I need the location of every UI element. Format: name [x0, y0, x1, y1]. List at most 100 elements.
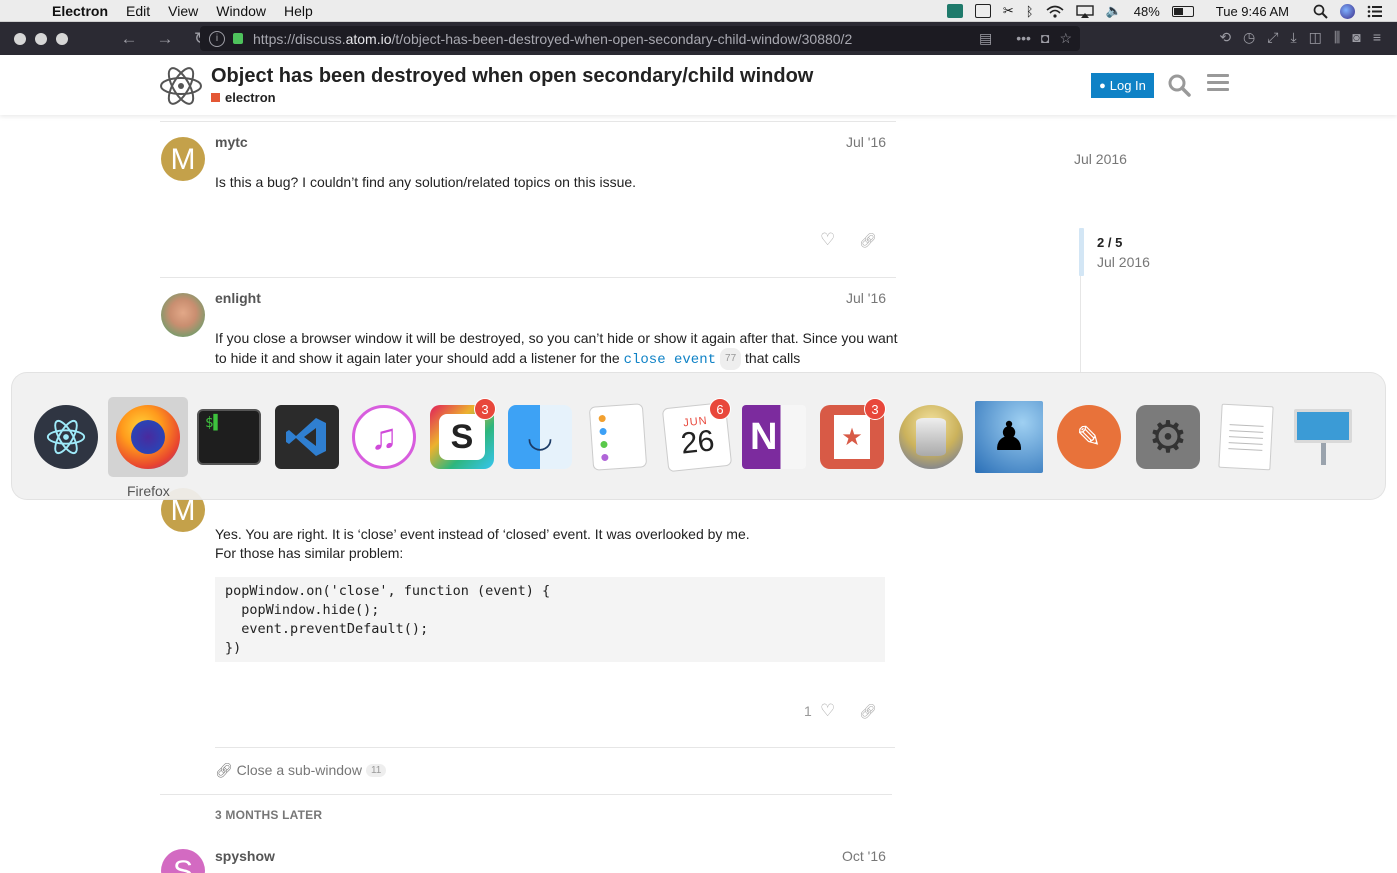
onenote-icon: N	[742, 405, 806, 469]
reminders-icon	[588, 403, 648, 471]
menu-edit[interactable]: Edit	[117, 3, 159, 19]
login-button[interactable]: ● Log In	[1091, 73, 1154, 98]
fullscreen-icon[interactable]: ⤢	[1267, 29, 1278, 46]
topic-title[interactable]: Object has been destroyed when open seco…	[211, 65, 813, 88]
siri-icon[interactable]	[1340, 3, 1355, 19]
battery-icon[interactable]	[1171, 5, 1194, 17]
timer-icon[interactable]: ◷	[1243, 29, 1255, 46]
itunes-icon: ♫	[352, 405, 416, 469]
page-actions-icon[interactable]: •••	[1016, 30, 1031, 47]
linked-topic[interactable]: 🔗︎ Close a sub-window 11	[215, 762, 387, 779]
tray-reader-icon[interactable]	[974, 4, 991, 18]
screenshot-icon[interactable]: ◙	[1352, 29, 1360, 46]
reader-view-icon[interactable]: ▤	[979, 30, 992, 47]
post-username[interactable]: spyshow	[215, 848, 275, 864]
site-info-icon[interactable]: i	[209, 30, 225, 47]
menu-view[interactable]: View	[159, 3, 207, 19]
post-date[interactable]: Jul '16	[846, 134, 886, 150]
hamburger-menu-button[interactable]	[1207, 74, 1229, 94]
menu-help[interactable]: Help	[275, 3, 322, 19]
close-window-button[interactable]	[14, 32, 26, 45]
finder-icon: ◡	[508, 405, 572, 469]
post-divider	[160, 277, 896, 278]
post-username[interactable]: enlight	[215, 290, 261, 306]
zoom-window-button[interactable]	[56, 32, 68, 45]
forward-arrow-icon[interactable]: →	[156, 29, 174, 49]
dock-app-textedit[interactable]	[1212, 401, 1280, 473]
dock-app-sequel-pro[interactable]	[897, 401, 965, 473]
bookmark-star-icon[interactable]: ☆	[1059, 30, 1072, 47]
downloads-icon[interactable]: ⤓	[1290, 29, 1296, 46]
timeline-position-date: Jul 2016	[1097, 254, 1150, 270]
close-event-link[interactable]: close event	[624, 352, 716, 368]
pocket-icon[interactable]: ◘	[1041, 30, 1049, 47]
history-icon[interactable]: ⟲	[1219, 29, 1231, 46]
dock-app-finder[interactable]: ◡	[506, 401, 574, 473]
pencil-icon: ✎	[1057, 405, 1121, 469]
dock-app-sketchbook[interactable]: ✎	[1055, 401, 1123, 473]
dock-app-electron[interactable]	[32, 401, 100, 473]
like-heart-icon[interactable]: ♡	[820, 702, 838, 719]
dock-app-calendar[interactable]: JUN 26 6	[661, 398, 733, 473]
post-divider	[160, 794, 892, 795]
airplay-icon[interactable]	[1075, 4, 1094, 18]
tray-app-icon[interactable]	[946, 4, 963, 18]
like-count: 1	[804, 703, 812, 719]
dock-app-terminal[interactable]: $▌	[195, 401, 263, 473]
post-text: to hide it and show it again later your …	[215, 350, 620, 366]
spotlight-search-icon[interactable]	[1313, 4, 1328, 19]
scissors-icon[interactable]: ✂	[1003, 3, 1014, 19]
library-icon[interactable]: ⫼	[1334, 29, 1340, 46]
search-icon[interactable]	[1167, 73, 1191, 97]
category-badge[interactable]: electron	[211, 90, 276, 105]
url-path: /t/object-has-been-destroyed-when-open-s…	[391, 30, 853, 47]
post-username[interactable]: mytc	[215, 134, 248, 150]
database-icon	[899, 405, 963, 469]
timeline-position: 2 / 5	[1097, 235, 1123, 250]
avatar[interactable]: S	[161, 849, 205, 873]
avatar[interactable]: M	[161, 137, 205, 181]
dock-app-vscode[interactable]	[273, 401, 341, 473]
dock-app-onenote[interactable]: N	[740, 401, 808, 473]
dock-app-slack[interactable]: S 3	[428, 398, 496, 473]
linked-topic-title[interactable]: Close a sub-window	[237, 762, 362, 778]
wifi-icon[interactable]	[1046, 5, 1064, 18]
bluetooth-icon[interactable]: ᛒ	[1026, 4, 1034, 19]
share-link-icon[interactable]: 🔗︎	[859, 703, 877, 719]
dock-app-keynote[interactable]	[1289, 401, 1357, 473]
hamburger-menu-icon[interactable]: ≡	[1373, 29, 1381, 46]
firefox-icon	[116, 405, 180, 469]
app-menu[interactable]: Electron	[40, 3, 117, 19]
share-link-icon[interactable]: 🔗︎	[859, 232, 877, 248]
like-heart-icon[interactable]: ♡	[820, 231, 838, 248]
dock-app-kindle[interactable]: ♟	[975, 401, 1043, 473]
post-date[interactable]: Jul '16	[846, 290, 886, 306]
timeline-start-date[interactable]: Jul 2016	[1074, 151, 1127, 167]
time-gap-label: 3 MONTHS LATER	[215, 808, 323, 822]
dock-hover-label: Firefox	[127, 483, 170, 499]
dock-app-itunes[interactable]: ♫	[350, 401, 418, 473]
avatar[interactable]	[161, 293, 205, 337]
atom-logo-icon[interactable]	[158, 63, 204, 109]
dock-app-system-preferences[interactable]: ⚙	[1134, 401, 1202, 473]
volume-icon[interactable]: 🔈	[1106, 3, 1122, 19]
sidebar-icon[interactable]: ◫	[1309, 29, 1322, 46]
back-arrow-icon[interactable]: ←	[120, 29, 138, 49]
notification-center-icon[interactable]	[1367, 5, 1383, 18]
site-header: Object has been destroyed when open seco…	[0, 55, 1397, 115]
post-body: Is this a bug? I couldn’t find any solut…	[215, 174, 637, 190]
minimize-window-button[interactable]	[35, 32, 47, 45]
category-name: electron	[225, 90, 276, 105]
dock-app-reminders[interactable]	[584, 401, 652, 473]
address-bar[interactable]: i https://discuss. atom.io/t/object-has-b…	[200, 26, 1080, 51]
battery-percent: 48%	[1133, 3, 1160, 19]
keynote-icon	[1291, 405, 1355, 469]
post-date[interactable]: Oct '16	[842, 848, 886, 864]
textedit-icon	[1218, 403, 1274, 471]
menu-bar-line	[1207, 88, 1229, 91]
menu-window[interactable]: Window	[207, 3, 275, 19]
dock-app-wunderlist[interactable]: ★ 3	[818, 398, 886, 473]
dock-app-firefox[interactable]	[108, 397, 188, 477]
clock[interactable]: Tue 9:46 AM	[1216, 4, 1289, 19]
timeline-handle[interactable]	[1079, 228, 1084, 276]
